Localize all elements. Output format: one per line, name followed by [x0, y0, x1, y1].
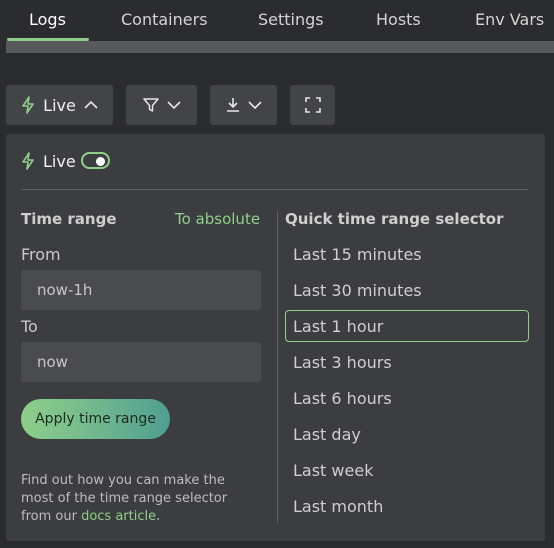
filter-icon	[142, 97, 159, 113]
quick-item-last-15-minutes[interactable]: Last 15 minutes	[285, 238, 529, 270]
chevron-down-icon	[166, 100, 181, 110]
time-range-panel: Live Time range To absolute From To Appl…	[6, 134, 545, 541]
tab-bar: Logs Containers Settings Hosts Env Vars	[0, 0, 554, 42]
quick-item-last-month[interactable]: Last month	[285, 490, 529, 522]
tab-hosts[interactable]: Hosts	[376, 10, 421, 29]
from-label: From	[21, 245, 61, 264]
chevron-down-icon	[247, 100, 262, 110]
docs-article-link[interactable]: docs article	[81, 509, 156, 524]
download-button[interactable]	[210, 85, 277, 125]
bolt-icon	[21, 96, 35, 114]
download-icon	[226, 97, 240, 113]
quick-selector-title: Quick time range selector	[285, 210, 504, 228]
live-button-label: Live	[43, 95, 76, 115]
live-toggle[interactable]	[81, 152, 110, 169]
tab-containers[interactable]: Containers	[121, 10, 208, 29]
bolt-icon	[21, 152, 35, 174]
live-toggle-label: Live	[43, 152, 76, 171]
quick-item-last-1-hour[interactable]: Last 1 hour	[285, 310, 529, 342]
time-range-title: Time range	[21, 210, 117, 228]
to-absolute-link[interactable]: To absolute	[175, 210, 260, 228]
to-input[interactable]	[21, 342, 261, 382]
filter-button[interactable]	[126, 85, 197, 125]
live-button[interactable]: Live	[6, 85, 113, 125]
quick-item-last-day[interactable]: Last day	[285, 418, 529, 450]
help-text: Find out how you can make the most of th…	[21, 472, 261, 526]
tab-env-vars[interactable]: Env Vars	[475, 10, 544, 29]
to-label: To	[21, 317, 38, 336]
chevron-up-icon	[84, 100, 98, 110]
toggle-knob	[96, 156, 105, 166]
divider	[21, 189, 528, 190]
quick-item-last-30-minutes[interactable]: Last 30 minutes	[285, 274, 529, 306]
column-divider	[277, 211, 278, 523]
quick-item-last-week[interactable]: Last week	[285, 454, 529, 486]
tab-settings[interactable]: Settings	[258, 10, 324, 29]
from-input[interactable]	[21, 270, 261, 310]
apply-time-range-button[interactable]: Apply time range	[21, 399, 170, 439]
quick-item-last-3-hours[interactable]: Last 3 hours	[285, 346, 529, 378]
horizontal-scrollbar[interactable]	[6, 41, 554, 53]
quick-item-last-6-hours[interactable]: Last 6 hours	[285, 382, 529, 414]
fullscreen-icon	[304, 97, 321, 113]
fullscreen-button[interactable]	[290, 85, 335, 125]
help-text-end: .	[156, 509, 161, 524]
tab-logs[interactable]: Logs	[29, 10, 66, 29]
